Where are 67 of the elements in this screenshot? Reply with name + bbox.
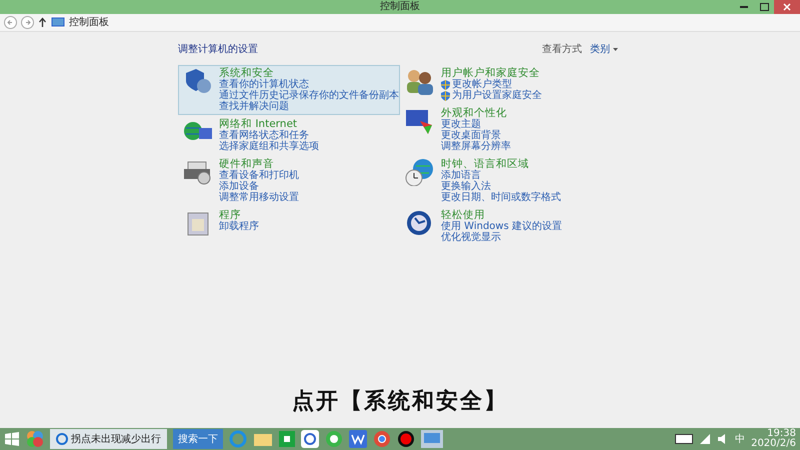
task-link[interactable]: 使用 Windows 建议的设置 [441,221,562,232]
view-by-dropdown[interactable]: 类别 [590,42,610,57]
category-title[interactable]: 系统和安全 [219,67,399,80]
forward-icon[interactable] [21,16,34,29]
task-link[interactable]: 查看你的计算机状态 [219,79,399,90]
task-link[interactable]: 通过文件历史记录保存你的文件备份副本 [219,90,399,102]
maximize-icon[interactable] [760,3,768,11]
task-link[interactable]: 选择家庭组和共享选项 [219,141,319,152]
task-link[interactable]: 查看设备和打印机 [219,170,299,182]
task-link[interactable]: 更换输入法 [441,181,561,192]
category-item[interactable]: 轻松使用 使用 Windows 建议的设置 优化视觉显示 [400,207,622,246]
network-icon[interactable] [699,433,712,445]
breadcrumb[interactable]: 控制面板 [69,15,109,30]
record-icon[interactable] [397,430,415,448]
category-title[interactable]: 网络和 Internet [219,118,319,130]
category-item[interactable]: 用户帐户和家庭安全 更改帐户类型 为用户设置家庭安全 [400,65,622,104]
video-caption: 点开【系统和安全】 [292,388,508,416]
category-title[interactable]: 用户帐户和家庭安全 [441,67,542,80]
category-title[interactable]: 轻松使用 [441,209,562,222]
input-method-indicator[interactable]: 中 [735,432,746,446]
task-link[interactable]: 添加语言 [441,170,561,182]
monitor-palette-icon [403,107,435,136]
task-link[interactable]: 更改主题 [441,119,511,130]
task-link[interactable]: 调整常用移动设置 [219,192,299,204]
task-link[interactable]: 优化视觉显示 [441,232,562,244]
category-title[interactable]: 时钟、语言和区域 [441,158,561,170]
window-title: 控制面板 [380,2,420,12]
back-icon[interactable] [4,16,17,29]
up-arrow-icon[interactable] [38,17,47,28]
control-panel-icon[interactable] [421,430,443,448]
search-button[interactable]: 搜索一下 [173,429,223,449]
task-link[interactable]: 更改帐户类型 [441,79,542,90]
store-icon[interactable] [279,431,295,447]
task-link[interactable]: 调整屏幕分辨率 [441,141,511,152]
app-icon[interactable] [26,430,44,448]
start-icon[interactable] [4,431,20,447]
task-link[interactable]: 更改日期、时间或数字格式 [441,192,561,204]
globe-clock-icon [403,158,435,186]
task-link[interactable]: 为用户设置家庭安全 [441,90,542,102]
monitor-icon [51,17,65,28]
category-title[interactable]: 外观和个性化 [441,107,511,120]
category-item[interactable]: 程序 卸载程序 [178,207,400,240]
close-button[interactable] [774,0,800,14]
view-by-label: 查看方式 [542,42,582,57]
page-heading: 调整计算机的设置 [178,42,258,57]
category-title[interactable]: 程序 [219,209,259,222]
task-link[interactable]: 添加设备 [219,181,299,192]
task-link[interactable]: 更改桌面背景 [441,130,511,142]
clock[interactable]: 19:38 2020/2/6 [751,429,796,449]
caret-icon[interactable] [613,48,618,52]
category-item[interactable]: 网络和 Internet 查看网络状态和任务 选择家庭组和共享选项 [178,116,400,156]
task-link[interactable]: 查看网络状态和任务 [219,130,319,142]
shield-icon [441,80,450,90]
shield-icon [441,90,450,101]
chrome-icon[interactable] [373,430,391,448]
folder-icon[interactable] [253,431,273,447]
document-app-icon[interactable] [349,430,367,448]
category-item[interactable]: 系统和安全 查看你的计算机状态 通过文件历史记录保存你的文件备份副本 查找并解决问题 [178,65,400,116]
category-title[interactable]: 硬件和声音 [219,158,299,170]
task-link[interactable]: 查找并解决问题 [219,101,399,112]
category-item[interactable]: 外观和个性化 更改主题 更改桌面背景 调整屏幕分辨率 [400,105,622,156]
close-icon[interactable] [783,3,791,11]
category-item[interactable]: 时钟、语言和区域 添加语言 更换输入法 更改日期、时间或数字格式 [400,156,622,206]
category-item[interactable]: 硬件和声音 查看设备和打印机 添加设备 调整常用移动设置 [178,156,400,206]
task-link[interactable]: 卸载程序 [219,221,259,232]
task-title: 拐点未出现减少出行 [71,432,161,446]
browser-task-button[interactable]: 拐点未出现减少出行 [50,429,167,449]
